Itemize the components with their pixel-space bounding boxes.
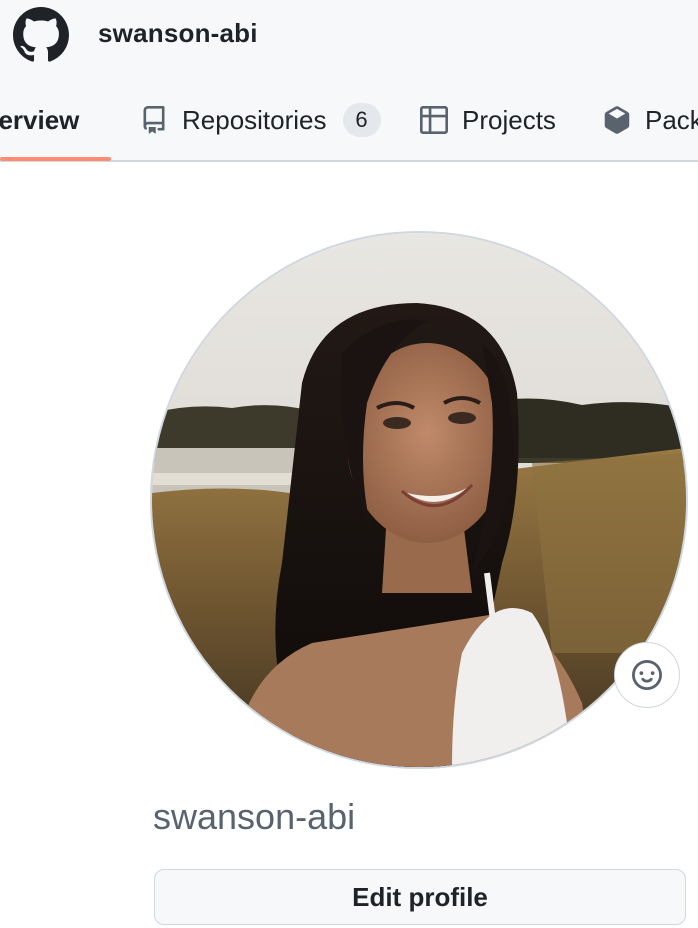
repo-icon (143, 106, 165, 134)
tab-projects-label: Projects (462, 104, 556, 135)
tab-projects[interactable]: Projects (420, 100, 556, 140)
set-status-button[interactable] (614, 642, 680, 708)
smiley-icon (632, 660, 662, 690)
profile-header: swanson-abi verview Repositories 6 Proje… (0, 0, 698, 162)
tab-packages-label: Pack (645, 104, 698, 135)
table-icon (420, 106, 448, 134)
profile-page: swanson-abi verview Repositories 6 Proje… (0, 0, 698, 928)
profile-login: swanson-abi (153, 796, 356, 837)
repositories-count-badge: 6 (342, 103, 381, 137)
tab-overview-label: verview (0, 104, 80, 135)
github-mark-icon[interactable] (13, 7, 69, 63)
avatar[interactable] (152, 233, 686, 767)
tab-repositories-label: Repositories (182, 104, 327, 135)
selected-tab-indicator (0, 157, 111, 161)
tab-repositories[interactable]: Repositories 6 (140, 100, 381, 140)
header-username[interactable]: swanson-abi (98, 18, 258, 49)
avatar-photo (152, 233, 686, 767)
tab-overview[interactable]: verview (0, 100, 79, 140)
tab-packages[interactable]: Pack (603, 100, 698, 140)
package-icon (604, 106, 630, 134)
edit-profile-button[interactable]: Edit profile (154, 869, 686, 925)
